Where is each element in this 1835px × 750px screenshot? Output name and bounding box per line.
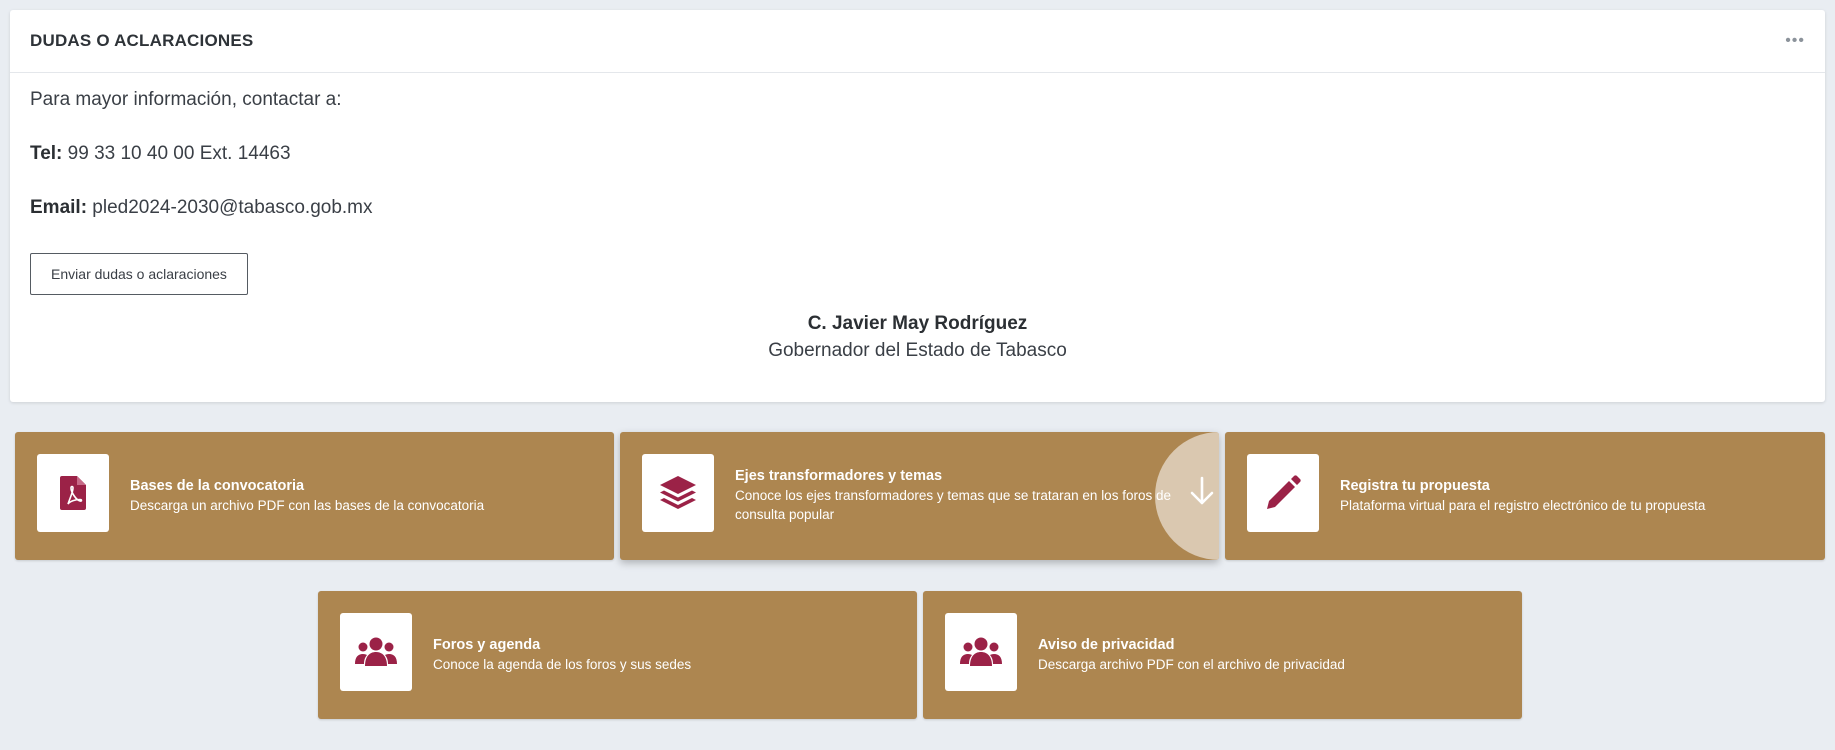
card-bases-convocatoria[interactable]: Bases de la convocatoria Descarga un arc… bbox=[15, 432, 614, 560]
pencil-icon bbox=[1267, 475, 1301, 509]
layers-icon bbox=[660, 476, 696, 509]
arrow-down-icon bbox=[1190, 476, 1214, 505]
card-text: Foros y agenda Conoce la agenda de los f… bbox=[433, 591, 887, 719]
card-foros-agenda[interactable]: Foros y agenda Conoce la agenda de los f… bbox=[318, 591, 917, 719]
card-description: Plataforma virtual para el registro elec… bbox=[1340, 497, 1706, 513]
send-questions-button[interactable]: Enviar dudas o aclaraciones bbox=[30, 253, 248, 295]
card-icon-box bbox=[1247, 454, 1319, 532]
users-icon bbox=[960, 637, 1002, 666]
card-text: Ejes transformadores y temas Conoce los … bbox=[735, 432, 1189, 560]
card-title: Bases de la convocatoria bbox=[130, 477, 305, 494]
card-description: Descarga archivo PDF con el archivo de p… bbox=[1038, 656, 1345, 672]
card-title: Ejes transformadores y temas bbox=[735, 468, 943, 484]
card-icon-box bbox=[340, 613, 412, 691]
card-registra-propuesta[interactable]: Registra tu propuesta Plataforma virtual… bbox=[1225, 432, 1825, 560]
card-ejes-transformadores[interactable]: Ejes transformadores y temas Conoce los … bbox=[620, 432, 1219, 560]
card-text: Registra tu propuesta Plataforma virtual… bbox=[1340, 432, 1795, 560]
card-title: Foros y agenda bbox=[433, 636, 541, 653]
users-icon bbox=[355, 637, 397, 666]
card-description: Conoce la agenda de los foros y sus sede… bbox=[433, 656, 692, 672]
phone-line: Tel: 99 33 10 40 00 Ext. 14463 bbox=[30, 143, 291, 165]
panel-title: DUDAS O ACLARACIONES bbox=[30, 31, 254, 50]
card-text: Aviso de privacidad Descarga archivo PDF… bbox=[1038, 591, 1492, 719]
card-icon-box bbox=[37, 454, 109, 532]
card-text: Bases de la convocatoria Descarga un arc… bbox=[130, 432, 584, 560]
more-options-icon[interactable]: ••• bbox=[1785, 32, 1805, 50]
pdf-file-icon bbox=[60, 476, 86, 510]
card-icon-box bbox=[945, 613, 1017, 691]
card-icon-box bbox=[642, 454, 714, 532]
contact-panel: DUDAS O ACLARACIONES ••• Para mayor info… bbox=[10, 10, 1825, 402]
panel-header: DUDAS O ACLARACIONES ••• bbox=[10, 10, 1825, 73]
card-title: Aviso de privacidad bbox=[1038, 636, 1175, 653]
email-label: Email: bbox=[30, 197, 88, 218]
signature-role: Gobernador del Estado de Tabasco bbox=[768, 340, 1067, 361]
email-value[interactable]: pled2024-2030@tabasco.gob.mx bbox=[87, 197, 372, 218]
card-aviso-privacidad[interactable]: Aviso de privacidad Descarga archivo PDF… bbox=[923, 591, 1522, 719]
card-description: Conoce los ejes transformadores y temas … bbox=[735, 488, 1171, 522]
card-title: Registra tu propuesta bbox=[1340, 477, 1490, 494]
phone-value: 99 33 10 40 00 Ext. 14463 bbox=[62, 143, 291, 164]
phone-label: Tel: bbox=[30, 143, 63, 164]
signature-name: C. Javier May Rodríguez bbox=[807, 313, 1028, 334]
contact-intro: Para mayor información, contactar a: bbox=[30, 89, 342, 110]
card-description: Descarga un archivo PDF con las bases de… bbox=[130, 497, 485, 513]
email-line: Email: pled2024-2030@tabasco.gob.mx bbox=[30, 197, 373, 219]
